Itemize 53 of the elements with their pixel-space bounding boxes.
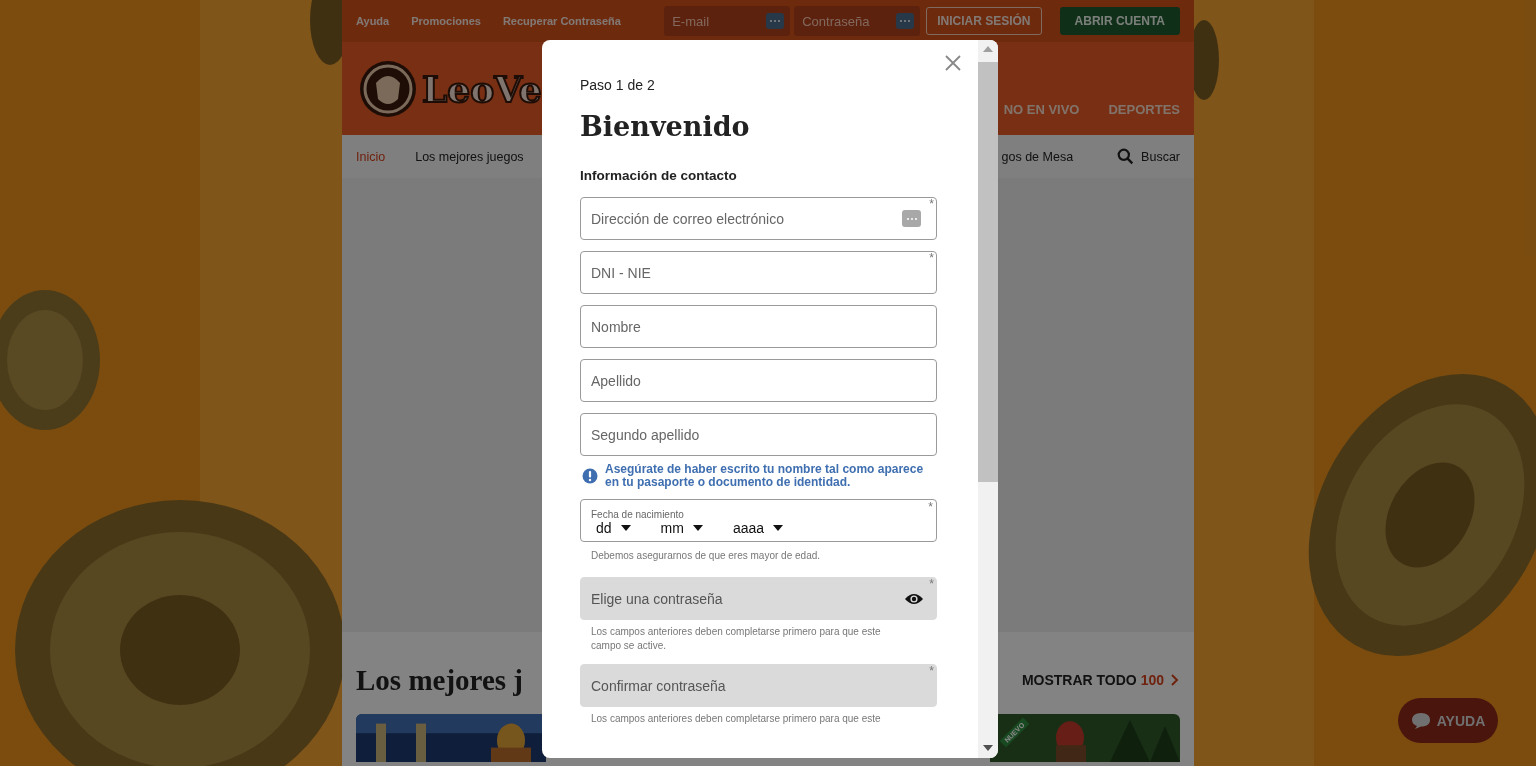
step-text: Paso 1 de 2 [580, 77, 656, 93]
chevron-right-icon [1170, 673, 1180, 687]
caret-icon [773, 525, 784, 531]
help-button[interactable]: AYUDA [1398, 698, 1498, 743]
section-heading: Información de contacto [580, 168, 738, 183]
signup-button[interactable]: ABRIR CUENTA [1059, 7, 1180, 35]
hint-text: Los campos anteriores deben completarse primero para que este campo se active. [590, 625, 882, 653]
dots-icon [766, 13, 785, 29]
info-icon [582, 468, 598, 484]
chat-bubble-icon [1410, 711, 1431, 730]
top-link[interactable]: Ayuda [356, 15, 390, 27]
header-link[interactable]: NO EN VIVO [1003, 102, 1080, 117]
required-mark: * [928, 501, 933, 513]
required-mark: * [929, 665, 934, 677]
search-button[interactable]: Buscar [1117, 148, 1180, 165]
dialog-title: Bienvenido [580, 111, 751, 142]
required-mark: * [929, 578, 934, 590]
hint-text: Los campos anteriores deben completarse primero para que este [590, 712, 882, 726]
header-link[interactable]: DEPORTES [1108, 102, 1180, 117]
eye-icon [904, 592, 924, 606]
input-field[interactable]: Nombre [580, 305, 937, 348]
input-field[interactable]: Apellido [580, 359, 937, 402]
close-icon [944, 54, 962, 72]
scrollbar-thumb[interactable] [978, 62, 998, 482]
required-mark: * [929, 252, 934, 264]
show-all-link[interactable]: MOSTRAR TODO 100 [1021, 672, 1164, 688]
top-link[interactable]: Promociones [411, 15, 481, 27]
scroll-up-icon[interactable] [983, 46, 993, 52]
nav-link[interactable]: Inicio [356, 149, 386, 164]
input-field[interactable]: Segundo apellido [580, 413, 937, 456]
caret-icon [692, 525, 703, 531]
password-field[interactable]: Contraseña [794, 6, 921, 36]
hint-text: Debemos asegurarnos de que eres mayor de edad. [590, 549, 822, 563]
date-select[interactable]: aaaa [732, 520, 784, 536]
top-link[interactable]: Recuperar Contraseña [502, 15, 621, 27]
field-label: Fecha de nacimiento [591, 509, 684, 520]
nav-link[interactable]: Los mejores juegos [415, 149, 524, 164]
search-icon [1117, 148, 1135, 165]
dots-icon [902, 210, 921, 227]
notice-text: Asegúrate de haber escrito tu nombre tal como aparece en tu pasaporte o documento de identidad. [605, 463, 925, 489]
nav-link[interactable]: gos de Mesa [1001, 149, 1074, 164]
scroll-down-icon[interactable] [983, 745, 993, 751]
date-select[interactable]: dd [596, 520, 631, 536]
dots-icon [896, 13, 915, 29]
scrollbar[interactable] [978, 40, 998, 758]
email-field[interactable]: E-mail [664, 6, 791, 36]
login-button[interactable]: INICIAR SESIÓN [926, 7, 1042, 35]
section-title: Los mejores j [356, 663, 523, 697]
required-mark: * [929, 198, 934, 210]
close-button[interactable] [944, 54, 962, 72]
date-select[interactable]: mm [660, 520, 703, 536]
caret-icon [620, 525, 631, 531]
date-field[interactable]: Fecha de nacimiento dd mm aaaa * [580, 499, 937, 542]
